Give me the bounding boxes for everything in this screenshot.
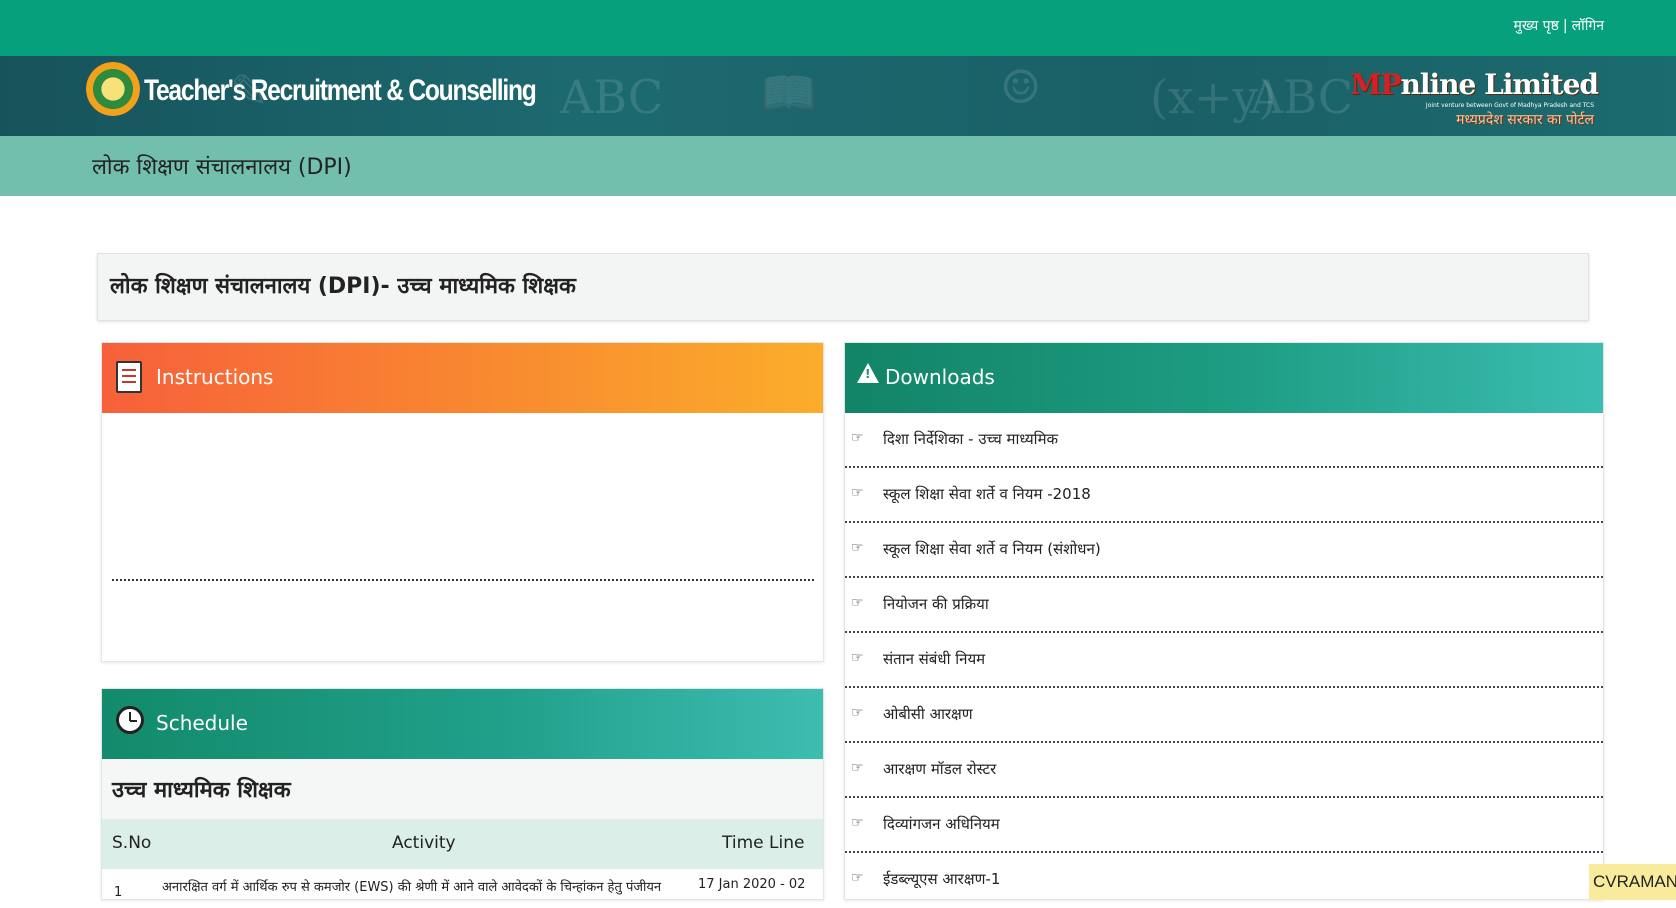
download-item[interactable]: ☞ ओबीसी आरक्षण bbox=[845, 688, 1603, 743]
download-link[interactable]: आरक्षण मॉडल रोस्टर bbox=[883, 759, 996, 779]
top-bar: मुख्य पृष्ठ | लॉगिन bbox=[0, 0, 1676, 56]
schedule-subheading: उच्च माध्यमिक शिक्षक bbox=[112, 778, 291, 803]
department-name: लोक शिक्षण संचालनालय (DPI) bbox=[92, 155, 352, 180]
instructions-header: Instructions bbox=[102, 343, 823, 413]
row-activity: अनारक्षित वर्ग में आर्थिक रुप से कमजोर (… bbox=[162, 880, 662, 895]
mponline-tagline: मध्यप्रदेश सरकार का पोर्टल bbox=[1456, 112, 1594, 128]
download-link[interactable]: संतान संबंधी नियम bbox=[883, 649, 985, 669]
download-link[interactable]: ओबीसी आरक्षण bbox=[883, 704, 973, 724]
watermark-badge: CVRAMAN bbox=[1589, 864, 1676, 900]
department-bar: लोक शिक्षण संचालनालय (DPI) bbox=[0, 136, 1676, 196]
download-item[interactable]: ☞ संतान संबंधी नियम bbox=[845, 633, 1603, 688]
dotted-divider bbox=[112, 579, 814, 581]
chalk-doodle: ☺ bbox=[1000, 60, 1042, 114]
download-link[interactable]: दिव्यांगजन अधिनियम bbox=[883, 814, 1000, 834]
download-link[interactable]: दिशा निर्देशिका - उच्च माध्यमिक bbox=[883, 429, 1058, 449]
downloads-list: ☞ दिशा निर्देशिका - उच्च माध्यमिक ☞ स्कूल … bbox=[845, 413, 1603, 908]
login-link[interactable]: लॉगिन bbox=[1572, 18, 1604, 34]
schedule-title: Schedule bbox=[156, 711, 248, 735]
column-header-sno: S.No bbox=[112, 833, 152, 853]
downloads-panel: Downloads ☞ दिशा निर्देशिका - उच्च माध्यम… bbox=[844, 342, 1604, 900]
download-item[interactable]: ☞ आरक्षण मॉडल रोस्टर bbox=[845, 743, 1603, 798]
page-heading-box: लोक शिक्षण संचालनालय (DPI)- उच्च माध्यमि… bbox=[97, 253, 1589, 321]
warning-icon bbox=[857, 363, 879, 383]
pointing-hand-icon: ☞ bbox=[851, 540, 864, 556]
chalk-doodle: ABC bbox=[1250, 70, 1354, 124]
link-separator: | bbox=[1562, 18, 1568, 34]
column-header-timeline: Time Line bbox=[722, 833, 805, 853]
pointing-hand-icon: ☞ bbox=[851, 485, 864, 501]
download-link[interactable]: ईडब्ल्यूएस आरक्षण-1 bbox=[883, 869, 1000, 889]
mponline-jv-text: Joint venture between Govt of Madhya Pra… bbox=[1425, 102, 1594, 109]
download-item[interactable]: ☞ दिव्यांगजन अधिनियम bbox=[845, 798, 1603, 853]
instructions-panel: Instructions bbox=[101, 342, 824, 662]
schedule-panel: Schedule उच्च माध्यमिक शिक्षक S.No Activ… bbox=[101, 688, 824, 900]
site-title: Teacher's Recruitment & Counselling bbox=[144, 74, 537, 107]
pointing-hand-icon: ☞ bbox=[851, 815, 864, 831]
home-link[interactable]: मुख्य पृष्ठ bbox=[1514, 18, 1559, 34]
download-link[interactable]: स्कूल शिक्षा सेवा शर्ते व नियम -2018 bbox=[883, 484, 1091, 504]
mponline-logo-text: MPnline Limited bbox=[1350, 68, 1599, 101]
mponline-logo[interactable]: MPnline Limited Joint venture between Go… bbox=[1350, 68, 1599, 128]
table-row: 1 अनारक्षित वर्ग में आर्थिक रुप से कमजोर… bbox=[102, 869, 823, 901]
row-sno: 1 bbox=[114, 885, 123, 900]
pointing-hand-icon: ☞ bbox=[851, 430, 864, 446]
download-item[interactable]: ☞ नियोजन की प्रक्रिया bbox=[845, 578, 1603, 633]
download-item[interactable]: ☞ स्कूल शिक्षा सेवा शर्ते व नियम (संशोधन) bbox=[845, 523, 1603, 578]
mp-govt-emblem-icon bbox=[86, 62, 140, 116]
pointing-hand-icon: ☞ bbox=[851, 705, 864, 721]
download-item[interactable]: ☞ दिशा निर्देशिका - उच्च माध्यमिक bbox=[845, 413, 1603, 468]
schedule-header: Schedule bbox=[102, 689, 823, 759]
column-header-activity: Activity bbox=[392, 833, 456, 853]
chalk-doodle: 📖 bbox=[760, 66, 818, 120]
clock-icon bbox=[116, 706, 144, 734]
pointing-hand-icon: ☞ bbox=[851, 870, 864, 886]
page-title: लोक शिक्षण संचालनालय (DPI)- उच्च माध्यमि… bbox=[110, 274, 576, 299]
download-link[interactable]: स्कूल शिक्षा सेवा शर्ते व नियम (संशोधन) bbox=[883, 539, 1101, 559]
pointing-hand-icon: ☞ bbox=[851, 595, 864, 611]
downloads-header: Downloads bbox=[845, 343, 1603, 413]
row-timeline: 17 Jan 2020 - 02 bbox=[698, 877, 806, 892]
pointing-hand-icon: ☞ bbox=[851, 650, 864, 666]
schedule-table-header: S.No Activity Time Line bbox=[102, 819, 823, 869]
download-link[interactable]: नियोजन की प्रक्रिया bbox=[883, 594, 989, 614]
document-icon bbox=[116, 361, 142, 393]
top-links: मुख्य पृष्ठ | लॉगिन bbox=[1514, 16, 1604, 35]
chalk-doodle: ABC bbox=[560, 70, 664, 124]
schedule-subheading-bar: उच्च माध्यमिक शिक्षक bbox=[102, 759, 823, 819]
instructions-title: Instructions bbox=[156, 365, 274, 389]
download-item[interactable]: ☞ स्कूल शिक्षा सेवा शर्ते व नियम -2018 bbox=[845, 468, 1603, 523]
pointing-hand-icon: ☞ bbox=[851, 760, 864, 776]
site-banner: ✎ ABC 📖 ☺ (x+y) ABC Teacher's Recruitmen… bbox=[0, 56, 1676, 136]
downloads-title: Downloads bbox=[885, 365, 995, 389]
